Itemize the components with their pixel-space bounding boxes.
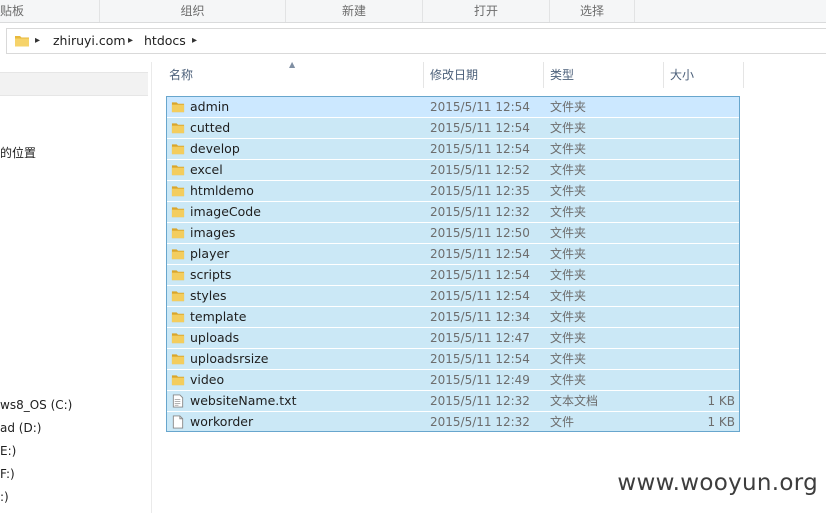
address-strip: ▸ zhiruyi.com ▸ htdocs ▸ — [0, 23, 826, 60]
ribbon-group-select[interactable]: 选择 — [550, 0, 635, 22]
watermark: www.wooyun.org — [617, 470, 818, 496]
nav-item-drive-d[interactable]: ad (D:) — [0, 419, 41, 437]
nav-item-recent-places[interactable]: 的位置 — [0, 144, 36, 162]
ribbon-group-organize[interactable]: 组织 — [100, 0, 286, 22]
ribbon-group-clipboard[interactable]: 贴板 — [0, 0, 100, 22]
nav-selected-item[interactable] — [0, 72, 148, 96]
breadcrumb-zhiruyi[interactable]: zhiruyi.com — [53, 33, 126, 49]
breadcrumb-htdocs[interactable]: htdocs — [144, 33, 186, 49]
column-header-date[interactable]: 修改日期 — [424, 62, 544, 88]
nav-item-drive-e[interactable]: E:) — [0, 442, 16, 460]
chevron-right-icon[interactable]: ▸ — [192, 33, 197, 49]
selection-frame — [166, 96, 740, 432]
navigation-pane[interactable]: 的位置 ws8_OS (C:) ad (D:) E:) F:) :) — [0, 62, 152, 513]
nav-item-drive-g[interactable]: :) — [0, 488, 9, 506]
address-bar[interactable]: ▸ zhiruyi.com ▸ htdocs ▸ — [6, 28, 826, 54]
nav-item-drive-c[interactable]: ws8_OS (C:) — [0, 396, 72, 414]
ribbon-group-open[interactable]: 打开 — [423, 0, 550, 22]
chevron-right-icon[interactable]: ▸ — [35, 33, 40, 49]
nav-item-drive-f[interactable]: F:) — [0, 465, 15, 483]
column-header-name[interactable]: 名称 — [163, 62, 424, 88]
ribbon-group-new[interactable]: 新建 — [286, 0, 423, 22]
column-header-type[interactable]: 类型 — [544, 62, 664, 88]
folder-icon — [15, 36, 29, 47]
column-header-size[interactable]: 大小 — [664, 62, 744, 88]
ribbon: 贴板 组织 新建 打开 选择 — [0, 0, 826, 23]
chevron-right-icon[interactable]: ▸ — [128, 33, 133, 49]
